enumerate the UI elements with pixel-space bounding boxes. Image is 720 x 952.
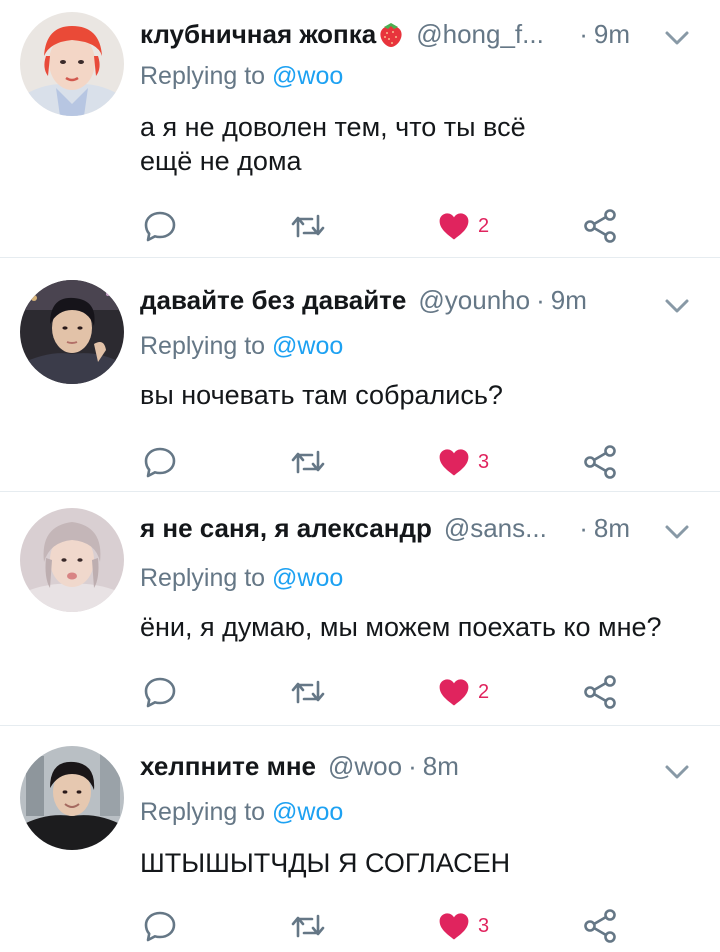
tweet-header: хелпните мне @woo · 8m	[140, 746, 630, 786]
like-count: 2	[478, 214, 490, 237]
user-handle[interactable]: @woo	[328, 751, 402, 782]
share-icon	[580, 206, 620, 246]
replying-to: Replying to @woo	[140, 564, 343, 593]
separator-dot: ·	[579, 512, 588, 543]
retweet-icon	[288, 906, 328, 946]
replying-to-label: Replying to	[140, 798, 266, 826]
action-bar: 2	[140, 206, 620, 246]
share-icon	[580, 672, 620, 712]
separator-dot: ·	[536, 284, 545, 315]
reply-button[interactable]	[140, 906, 180, 946]
replying-to: Replying to @woo	[140, 798, 343, 827]
like-count: 2	[478, 680, 490, 703]
heart-icon	[436, 908, 472, 944]
like-button[interactable]: 3	[436, 906, 489, 946]
tweet-header: давайте без давайте @younho · 9m	[140, 280, 630, 320]
replying-to-label: Replying to	[140, 332, 266, 360]
tweet-header: клубничная жопка @hong_f... · 9m	[140, 14, 630, 54]
replying-to-label: Replying to	[140, 62, 266, 90]
mention-link[interactable]: @woo	[272, 564, 343, 592]
tweet-text: ёни, я думаю, мы можем поехать ко мне?	[140, 610, 690, 644]
like-count: 3	[478, 914, 490, 937]
timestamp[interactable]: 8m	[594, 513, 630, 544]
tweet-item[interactable]: давайте без давайте @younho · 9m Replyin…	[0, 258, 720, 492]
retweet-icon	[288, 442, 328, 482]
tweet-header: я не саня, я александр @sans... · 8m	[140, 508, 630, 548]
reply-icon	[140, 672, 180, 712]
tweet-text: ШТЫШЫТЧДЫ Я СОГЛАСЕН	[140, 846, 690, 880]
tweet-item[interactable]: я не саня, я александр @sans... · 8m Rep…	[0, 492, 720, 726]
chevron-down-icon[interactable]	[664, 522, 690, 542]
user-handle[interactable]: @hong_f...	[416, 19, 544, 50]
display-name[interactable]: клубничная жопка	[140, 19, 376, 50]
timestamp[interactable]: 8m	[423, 751, 459, 782]
mention-link[interactable]: @woo	[272, 798, 343, 826]
separator-dot: ·	[408, 750, 417, 781]
reply-button[interactable]	[140, 442, 180, 482]
reply-button[interactable]	[140, 206, 180, 246]
retweet-icon	[288, 206, 328, 246]
strawberry-icon	[378, 20, 404, 48]
avatar[interactable]	[20, 508, 124, 612]
share-icon	[580, 906, 620, 946]
display-name[interactable]: я не саня, я александр	[140, 513, 432, 544]
action-bar: 3	[140, 906, 620, 946]
retweet-icon	[288, 672, 328, 712]
share-button[interactable]	[580, 206, 620, 246]
separator-dot: ·	[579, 18, 588, 49]
share-button[interactable]	[580, 672, 620, 712]
timestamp[interactable]: 9m	[594, 19, 630, 50]
reply-icon	[140, 206, 180, 246]
like-button[interactable]: 2	[436, 206, 489, 246]
user-handle[interactable]: @sans...	[444, 513, 547, 544]
tweet-text-line: а я не доволен тем, что ты всё	[140, 112, 526, 142]
tweet-text: вы ночевать там собрались?	[140, 378, 690, 412]
replying-to-label: Replying to	[140, 564, 266, 592]
heart-icon	[436, 674, 472, 710]
tweet-feed: клубничная жопка @hong_f... · 9m Replyin…	[0, 0, 720, 952]
like-button[interactable]: 3	[436, 442, 489, 482]
reply-icon	[140, 906, 180, 946]
chevron-down-icon[interactable]	[664, 28, 690, 48]
tweet-text-line: ёни, я думаю, мы можем поехать ко мне?	[140, 612, 662, 642]
action-bar: 3	[140, 442, 620, 482]
user-handle[interactable]: @younho	[418, 285, 530, 316]
tweet-item[interactable]: хелпните мне @woo · 8m Replying to @woo …	[0, 726, 720, 952]
tweet-item[interactable]: клубничная жопка @hong_f... · 9m Replyin…	[0, 0, 720, 258]
display-name[interactable]: хелпните мне	[140, 751, 316, 782]
replying-to: Replying to @woo	[140, 332, 343, 361]
like-count: 3	[478, 450, 490, 473]
reply-icon	[140, 442, 180, 482]
retweet-button[interactable]	[288, 672, 328, 712]
replying-to: Replying to @woo	[140, 62, 343, 91]
chevron-down-icon[interactable]	[664, 296, 690, 316]
tweet-text-line: ШТЫШЫТЧДЫ Я СОГЛАСЕН	[140, 848, 511, 878]
heart-icon	[436, 208, 472, 244]
like-button[interactable]: 2	[436, 672, 489, 712]
tweet-text: а я не доволен тем, что ты всё ещё не до…	[140, 110, 560, 178]
timestamp[interactable]: 9m	[551, 285, 587, 316]
tweet-text-line: ещё не дома	[140, 146, 302, 176]
retweet-button[interactable]	[288, 206, 328, 246]
share-icon	[580, 442, 620, 482]
retweet-button[interactable]	[288, 906, 328, 946]
display-name[interactable]: давайте без давайте	[140, 285, 406, 316]
share-button[interactable]	[580, 442, 620, 482]
mention-link[interactable]: @woo	[272, 332, 343, 360]
mention-link[interactable]: @woo	[272, 62, 343, 90]
avatar[interactable]	[20, 280, 124, 384]
action-bar: 2	[140, 672, 620, 712]
avatar[interactable]	[20, 746, 124, 850]
avatar[interactable]	[20, 12, 124, 116]
chevron-down-icon[interactable]	[664, 762, 690, 782]
retweet-button[interactable]	[288, 442, 328, 482]
share-button[interactable]	[580, 906, 620, 946]
heart-icon	[436, 444, 472, 480]
tweet-text-line: вы ночевать там собрались?	[140, 380, 503, 410]
reply-button[interactable]	[140, 672, 180, 712]
